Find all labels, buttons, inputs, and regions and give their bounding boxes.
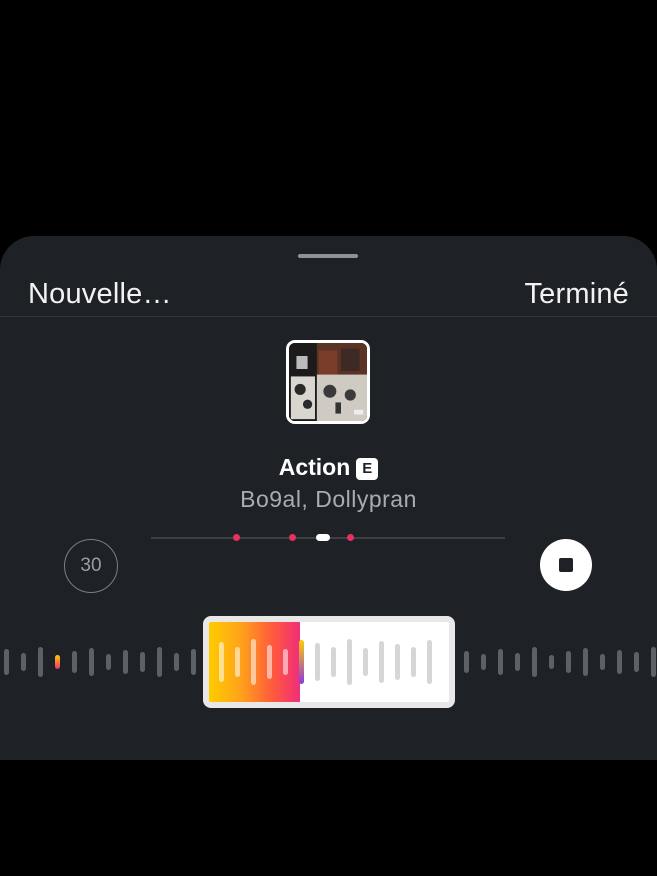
waveform-bar xyxy=(549,655,554,669)
waveform-bar xyxy=(140,652,145,672)
sheet-grabber-handle[interactable] xyxy=(298,254,358,258)
waveform-bar xyxy=(331,647,336,677)
header-divider xyxy=(0,316,657,317)
waveform-bar xyxy=(515,653,520,671)
explicit-badge: E xyxy=(356,458,379,480)
waveform-bar xyxy=(174,653,179,671)
scrub-current-position[interactable] xyxy=(316,534,330,541)
scrub-marker xyxy=(233,534,240,541)
track-title: Action xyxy=(278,454,351,480)
waveform-bar xyxy=(235,647,240,677)
track-artist: Bo9al, Dollypran xyxy=(240,486,417,512)
waveform-bar xyxy=(498,649,503,675)
waveform-bar xyxy=(566,651,571,673)
waveform-bar xyxy=(72,651,77,673)
waveform-bar xyxy=(157,647,162,677)
clip-selection-window[interactable] xyxy=(203,616,455,708)
waveform-bar xyxy=(89,648,94,676)
done-button[interactable]: Terminé xyxy=(524,278,629,311)
music-picker-sheet: Nouvelle… Terminé Action E Bo9al, Dollypr… xyxy=(0,236,657,760)
waveform-bar xyxy=(634,652,639,672)
waveform-bar xyxy=(379,641,384,683)
waveform-bar xyxy=(583,648,588,676)
album-art-picture xyxy=(289,343,367,421)
waveform-bar xyxy=(347,639,352,685)
waveform-bar xyxy=(315,643,320,681)
stop-button[interactable] xyxy=(540,539,592,591)
waveform-bar xyxy=(617,650,622,674)
waveform-bar xyxy=(363,648,368,676)
waveform-bar xyxy=(481,654,486,670)
new-clip-button[interactable]: Nouvelle… xyxy=(28,278,172,311)
waveform-bar xyxy=(532,647,537,677)
waveform-bar xyxy=(106,654,111,670)
waveform-bar xyxy=(395,644,400,680)
clip-duration-button[interactable]: 30 xyxy=(64,539,118,593)
waveform-bar xyxy=(55,655,60,669)
waveform-bar xyxy=(219,642,224,682)
scrub-marker xyxy=(289,534,296,541)
waveform-bar xyxy=(600,654,605,670)
waveform-bar xyxy=(123,650,128,674)
waveform-bar xyxy=(427,640,432,684)
scrub-marker xyxy=(347,534,354,541)
waveform-bar xyxy=(38,647,43,677)
waveform-bar xyxy=(283,649,288,675)
waveform-bar xyxy=(267,645,272,679)
waveform-bar xyxy=(21,653,26,671)
waveform-bar xyxy=(411,647,416,677)
stop-icon xyxy=(559,558,573,572)
album-art-image xyxy=(286,340,370,424)
waveform-bar xyxy=(191,649,196,675)
waveform-bar xyxy=(299,640,304,684)
scrub-track[interactable] xyxy=(151,534,505,541)
waveform-bar xyxy=(464,651,469,673)
waveform-bar xyxy=(4,649,9,675)
waveform-bar xyxy=(651,647,656,677)
audio-waveform-scrubber[interactable] xyxy=(0,614,657,710)
waveform-bar xyxy=(251,639,256,685)
track-title-row: Action E xyxy=(0,454,657,481)
